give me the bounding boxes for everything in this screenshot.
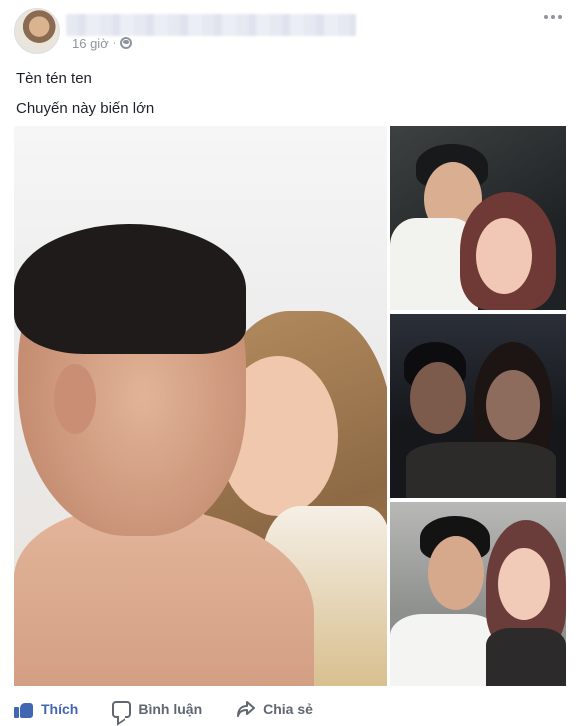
thumb-3-face-man — [428, 536, 484, 610]
facebook-post: 16 giờ · Tèn tén ten Chuyến này biến lớn — [0, 0, 580, 726]
post-meta: 16 giờ · — [72, 34, 133, 52]
thumb-3-top-woman — [486, 628, 566, 686]
comment-label: Bình luận — [138, 701, 203, 717]
main-photo[interactable] — [14, 126, 387, 686]
thumbnail-photo-2[interactable] — [390, 314, 566, 498]
author-name-blurred[interactable] — [66, 14, 356, 36]
man-ear-shape — [54, 364, 96, 434]
thumb-3-face-woman — [498, 548, 550, 620]
like-label: Thích — [41, 701, 79, 717]
thumbnail-photo-1[interactable] — [390, 126, 566, 310]
share-icon — [236, 700, 256, 718]
comment-button[interactable]: Bình luận — [112, 700, 203, 718]
share-button[interactable]: Chia sẻ — [236, 700, 313, 718]
thumb-1-face-woman — [476, 218, 532, 294]
like-button[interactable]: Thích — [14, 699, 78, 719]
thumb-2-face-man — [410, 362, 466, 434]
globe-icon[interactable] — [120, 37, 133, 49]
thumbnail-photo-3[interactable] — [390, 502, 566, 686]
post-actions-bar: Thích Bình luận Chia sẻ — [0, 692, 580, 726]
comment-icon — [112, 700, 132, 718]
post-text-line-2: Chuyến này biến lớn — [16, 100, 155, 117]
thumb-2-face-woman — [486, 370, 540, 440]
more-options-icon[interactable] — [544, 12, 562, 22]
photo-gallery — [14, 126, 566, 686]
post-header: 16 giờ · — [14, 8, 566, 56]
author-avatar[interactable] — [14, 8, 60, 54]
thumb-2-body — [406, 442, 556, 498]
thumbs-up-icon — [14, 699, 34, 719]
post-text: Tèn tén ten Chuyến này biến lớn — [16, 64, 154, 124]
man-hair-shape — [14, 224, 246, 354]
share-label: Chia sẻ — [263, 701, 313, 717]
meta-separator: · — [112, 37, 117, 49]
post-timestamp[interactable]: 16 giờ — [72, 36, 109, 51]
thumb-3-shirt-man — [390, 614, 500, 686]
post-text-line-1: Tèn tén ten — [16, 70, 92, 87]
